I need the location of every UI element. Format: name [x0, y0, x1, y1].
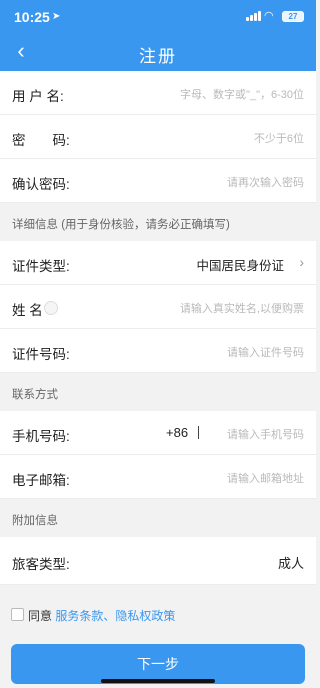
id-number-row[interactable]: 证件号码: 请输入证件号码	[0, 329, 316, 373]
detail-section-title: 详细信息 (用于身份核验，请务必正确填写)	[12, 219, 230, 231]
email-label: 电子邮箱:	[12, 473, 70, 488]
id-number-input[interactable]: 请输入证件号码	[227, 344, 304, 360]
phone-country-code[interactable]: +86	[166, 425, 188, 440]
confirm-password-row[interactable]: 确认密码: 请再次输入密码	[0, 159, 316, 203]
location-arrow-icon: ➤	[52, 11, 61, 22]
phone-divider	[198, 426, 199, 439]
status-bar: 10:25 ➤ ◠ 27	[0, 0, 316, 34]
passenger-type-value[interactable]: 成人	[278, 553, 304, 572]
agreement-prefix: 同意	[28, 609, 53, 623]
id-type-row[interactable]: 证件类型: 中国居民身份证 ›	[0, 241, 316, 285]
chevron-right-icon[interactable]: ›	[299, 254, 304, 270]
phone-input[interactable]: 请输入手机号码	[227, 426, 304, 442]
id-number-label: 证件号码:	[12, 347, 70, 362]
nav-bar: ‹ 注册	[0, 34, 316, 71]
agreement-text: 同意 服务条款、隐私权政策	[28, 607, 175, 624]
agreement-row: 同意 服务条款、隐私权政策	[0, 600, 316, 630]
id-type-value[interactable]: 中国居民身份证	[196, 255, 284, 274]
id-type-label: 证件类型:	[12, 259, 70, 274]
extra-section-header: 附加信息	[0, 499, 316, 537]
email-input[interactable]: 请输入邮箱地址	[227, 470, 304, 486]
phone-label: 手机号码:	[12, 429, 70, 444]
username-input[interactable]: 字母、数字或"_"，6-30位	[180, 86, 304, 102]
battery-icon: 27	[282, 11, 304, 22]
name-input[interactable]: 请输入真实姓名,以便购票	[180, 300, 304, 316]
agreement-separator: 、	[103, 609, 116, 623]
agreement-checkbox[interactable]	[11, 608, 24, 621]
contact-section-header: 联系方式	[0, 373, 316, 411]
page-title: 注册	[139, 47, 177, 66]
terms-link[interactable]: 服务条款	[55, 609, 103, 623]
name-label: 姓 名	[12, 303, 43, 318]
passenger-type-row[interactable]: 旅客类型: 成人	[0, 537, 316, 585]
extra-section-title: 附加信息	[12, 515, 58, 527]
confirm-password-input[interactable]: 请再次输入密码	[227, 174, 304, 190]
home-indicator	[101, 679, 215, 683]
password-input[interactable]: 不少于6位	[254, 130, 304, 146]
passenger-type-label: 旅客类型:	[12, 557, 70, 572]
name-row[interactable]: 姓 名 请输入真实姓名,以便购票	[0, 285, 316, 329]
phone-row[interactable]: 手机号码: +86 请输入手机号码	[0, 411, 316, 455]
username-label: 用 户 名:	[12, 89, 64, 104]
confirm-password-label: 确认密码:	[12, 177, 70, 192]
contact-section-title: 联系方式	[12, 389, 58, 401]
password-row[interactable]: 密 码: 不少于6位	[0, 115, 316, 159]
username-row[interactable]: 用 户 名: 字母、数字或"_"，6-30位	[0, 71, 316, 115]
status-time: 10:25	[14, 9, 50, 25]
signal-icon	[246, 11, 261, 21]
wifi-icon: ◠	[264, 10, 274, 22]
password-label: 密 码:	[12, 133, 70, 148]
email-row[interactable]: 电子邮箱: 请输入邮箱地址	[0, 455, 316, 499]
help-icon[interactable]	[44, 301, 58, 315]
detail-section-header: 详细信息 (用于身份核验，请务必正确填写)	[0, 203, 316, 241]
privacy-link[interactable]: 隐私权政策	[115, 609, 175, 623]
header: 10:25 ➤ ◠ 27 ‹ 注册	[0, 0, 316, 71]
next-button[interactable]: 下一步	[11, 644, 305, 684]
